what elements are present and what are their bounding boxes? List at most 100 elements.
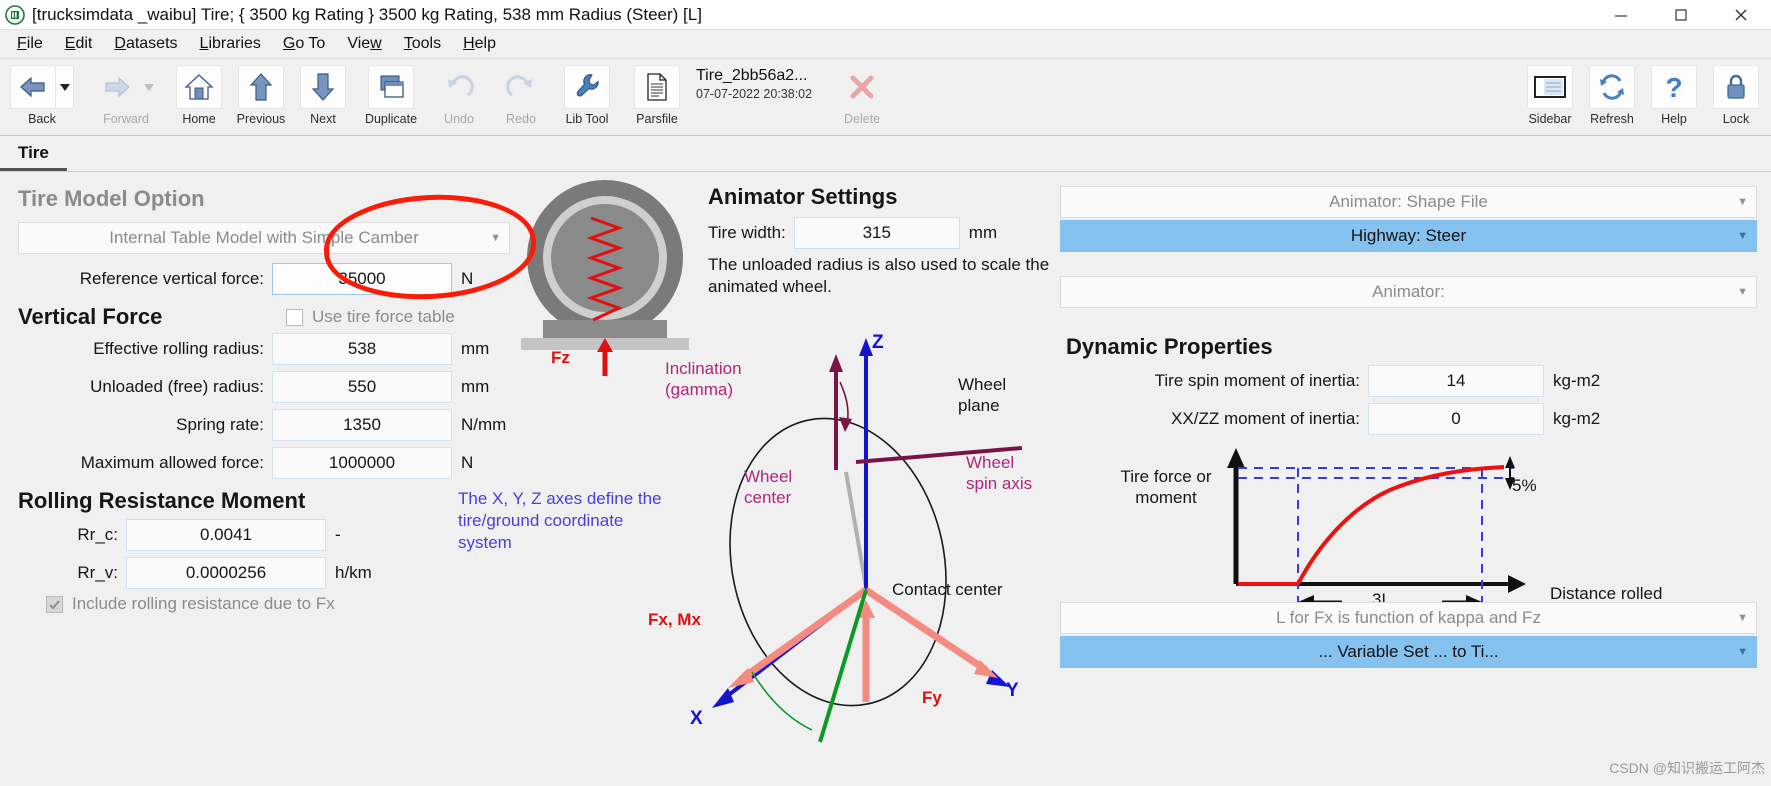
- tab-tire[interactable]: Tire: [0, 137, 67, 171]
- tire-model-combo[interactable]: Internal Table Model with Simple Camber …: [18, 222, 510, 254]
- back-dropdown-caret[interactable]: [56, 65, 74, 109]
- menu-item-help[interactable]: Help: [452, 32, 507, 56]
- toolbar-button-delete[interactable]: Delete: [824, 63, 900, 126]
- animator-shape-file-combo[interactable]: Animator: Shape File ▼: [1060, 186, 1757, 218]
- xxzz-inertia-label: XX/ZZ moment of inertia:: [1171, 409, 1360, 428]
- toolbar-button-undo[interactable]: Undo: [428, 63, 490, 126]
- chevron-down-icon: ▼: [1737, 230, 1748, 242]
- toolbar-button-forward[interactable]: Forward: [84, 63, 168, 126]
- minimize-icon[interactable]: [1591, 0, 1651, 30]
- toolbar-button-home[interactable]: Home: [168, 63, 230, 126]
- refresh-icon[interactable]: [1589, 65, 1635, 109]
- sidebar-icon[interactable]: [1527, 65, 1573, 109]
- toolbar-label-back: Back: [28, 112, 56, 126]
- document-icon[interactable]: [634, 65, 680, 109]
- rr-c-value: 0.0041: [200, 525, 252, 544]
- rr-c-label: Rr_c:: [77, 525, 118, 544]
- toolbar-button-back[interactable]: Back: [0, 63, 84, 126]
- tire-width-input[interactable]: 315: [793, 217, 960, 249]
- rr-c-input[interactable]: 0.0041: [126, 519, 326, 551]
- arrow-up-icon[interactable]: [238, 65, 284, 109]
- toolbar: Back Forward Home Previous Next Duplicat…: [0, 58, 1771, 136]
- toolbar-file-name: Tire_2bb56a2...: [696, 67, 808, 84]
- undo-icon[interactable]: [436, 65, 482, 109]
- tire-width-unit: mm: [968, 223, 998, 242]
- maximum-allowed-force-unit: N: [461, 453, 474, 472]
- maximum-allowed-force-input[interactable]: 1000000: [272, 447, 452, 479]
- chart-percent-label: 5%: [1512, 476, 1537, 495]
- include-rolling-resistance-checkbox[interactable]: [46, 595, 63, 613]
- home-icon[interactable]: [176, 65, 222, 109]
- fy-label: Fy: [922, 688, 942, 707]
- fz-label: Fz: [551, 348, 570, 367]
- effective-rolling-radius-value: 538: [347, 339, 377, 358]
- tire-spin-inertia-value: 14: [1446, 371, 1466, 390]
- svg-text:?: ?: [1665, 72, 1682, 102]
- rr-v-input[interactable]: 0.0000256: [126, 557, 326, 589]
- menu-item-view[interactable]: View: [336, 32, 392, 56]
- wheel-axis-diagram: Inclination (gamma) Z Wheel plane Wheel …: [648, 322, 1060, 781]
- variable-set-combo[interactable]: ... Variable Set ... to Ti... ▼: [1060, 636, 1757, 668]
- help-question-icon[interactable]: ?: [1651, 65, 1697, 109]
- inclination-gamma-label: Inclination (gamma): [665, 359, 742, 400]
- delete-x-icon[interactable]: [839, 65, 885, 109]
- toolbar-button-help[interactable]: ? Help: [1643, 63, 1705, 126]
- redo-icon[interactable]: [498, 65, 544, 109]
- toolbar-button-parsfile[interactable]: Parsfile: [622, 63, 692, 126]
- toolbar-button-lock[interactable]: Lock: [1705, 63, 1767, 126]
- tire-spin-inertia-input[interactable]: 14: [1368, 365, 1544, 397]
- use-tire-force-table-checkbox[interactable]: [286, 308, 303, 326]
- toolbar-button-lib-tool[interactable]: Lib Tool: [552, 63, 622, 126]
- window-title: [trucksimdata _waibu] Tire; { 3500 kg Ra…: [32, 4, 702, 24]
- vertical-force-heading: Vertical Force: [18, 304, 163, 329]
- lock-icon[interactable]: [1713, 65, 1759, 109]
- effective-rolling-radius-input[interactable]: 538: [272, 333, 452, 365]
- maximum-allowed-force-label: Maximum allowed force:: [80, 453, 264, 472]
- xxzz-inertia-unit: kg-m2: [1553, 409, 1601, 428]
- include-rolling-resistance-row[interactable]: Include rolling resistance due to Fx: [0, 594, 530, 614]
- l-for-fx-combo[interactable]: L for Fx is function of kappa and Fz ▼: [1060, 602, 1757, 634]
- xxzz-inertia-input[interactable]: 0: [1368, 403, 1544, 435]
- close-icon[interactable]: [1711, 0, 1771, 30]
- toolbar-button-next[interactable]: Next: [292, 63, 354, 126]
- toolbar-button-sidebar[interactable]: Sidebar: [1519, 63, 1581, 126]
- toolbar-button-duplicate[interactable]: Duplicate: [354, 63, 428, 126]
- arrow-left-icon[interactable]: [10, 65, 56, 109]
- toolbar-label-undo: Undo: [444, 112, 474, 126]
- include-rolling-resistance-label: Include rolling resistance due to Fx: [72, 594, 335, 613]
- menu-item-file[interactable]: File: [6, 32, 54, 56]
- z-axis-label: Z: [872, 332, 884, 353]
- unloaded-radius-input[interactable]: 550: [272, 371, 452, 403]
- highway-steer-combo[interactable]: Highway: Steer ▼: [1060, 220, 1757, 252]
- wheel-spin-axis-label: Wheel spin axis: [966, 453, 1033, 494]
- menu-item-libraries[interactable]: Libraries: [189, 32, 272, 56]
- reference-vertical-force-input[interactable]: 35000: [272, 263, 452, 295]
- toolbar-button-refresh[interactable]: Refresh: [1581, 63, 1643, 126]
- animator-combo[interactable]: Animator: ▼: [1060, 276, 1757, 308]
- maximize-icon[interactable]: [1651, 0, 1711, 30]
- chevron-down-icon: ▼: [1737, 286, 1748, 298]
- rr-v-value: 0.0000256: [185, 563, 267, 582]
- duplicate-icon[interactable]: [368, 65, 414, 109]
- toolbar-button-redo[interactable]: Redo: [490, 63, 552, 126]
- arrow-right-icon[interactable]: [94, 65, 140, 109]
- wrench-icon[interactable]: [564, 65, 610, 109]
- unloaded-radius-value: 550: [347, 377, 377, 396]
- chevron-down-icon: ▼: [1737, 196, 1748, 208]
- menu-item-tools[interactable]: Tools: [393, 32, 452, 56]
- toolbar-right-group: Sidebar Refresh ? Help Lock: [1519, 63, 1771, 126]
- menu-item-goto[interactable]: Go To: [272, 32, 336, 56]
- rr-v-label: Rr_v:: [77, 563, 118, 582]
- window-controls: [1591, 0, 1771, 30]
- arrow-down-icon[interactable]: [300, 65, 346, 109]
- spring-rate-input[interactable]: 1350: [272, 409, 452, 441]
- toolbar-button-previous[interactable]: Previous: [230, 63, 292, 126]
- menu-bar: File Edit Datasets Libraries Go To View …: [0, 30, 1771, 58]
- contact-center-label: Contact center: [892, 580, 1003, 599]
- tire-width-value: 315: [862, 223, 891, 242]
- rolling-resistance-heading: Rolling Resistance Moment: [18, 488, 306, 513]
- forward-dropdown-caret[interactable]: [140, 65, 158, 109]
- highway-steer-value: Highway: Steer: [1350, 226, 1467, 245]
- menu-item-edit[interactable]: Edit: [54, 32, 104, 56]
- menu-item-datasets[interactable]: Datasets: [103, 32, 188, 56]
